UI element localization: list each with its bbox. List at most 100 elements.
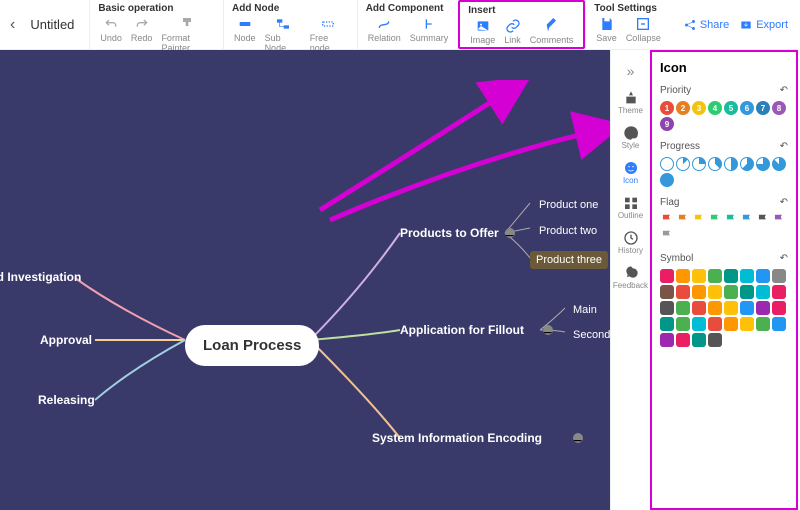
symbol-icon-35[interactable]: [708, 333, 722, 347]
symbol-icon-2[interactable]: [692, 269, 706, 283]
symbol-icon-6[interactable]: [756, 269, 770, 283]
symbol-icon-17[interactable]: [676, 301, 690, 315]
flag-icon-5[interactable]: [740, 213, 754, 227]
undo-button[interactable]: Undo: [98, 16, 124, 53]
symbol-icon-1[interactable]: [676, 269, 690, 283]
flag-icon-7[interactable]: [772, 213, 786, 227]
side-theme[interactable]: Theme: [611, 86, 650, 119]
left-node[interactable]: Releasing: [38, 393, 95, 407]
symbol-reset-icon[interactable]: ↶: [780, 253, 788, 264]
symbol-icon-8[interactable]: [660, 285, 674, 299]
side-feedback[interactable]: Feedback: [611, 261, 650, 294]
sub-node-selected[interactable]: Product three: [530, 251, 608, 269]
progress-icon-6[interactable]: [756, 157, 770, 171]
symbol-icon-10[interactable]: [692, 285, 706, 299]
priority-icon-4[interactable]: 4: [708, 101, 722, 115]
comments-button[interactable]: Comments: [528, 18, 576, 45]
subnode-button[interactable]: Sub Node: [263, 16, 303, 53]
progress-icon-2[interactable]: [692, 157, 706, 171]
right-node[interactable]: Application for Fillout: [400, 323, 524, 337]
progress-icon-7[interactable]: [772, 157, 786, 171]
symbol-icon-4[interactable]: [724, 269, 738, 283]
symbol-icon-22[interactable]: [756, 301, 770, 315]
symbol-icon-7[interactable]: [772, 269, 786, 283]
priority-icon-1[interactable]: 1: [660, 101, 674, 115]
priority-icon-9[interactable]: 9: [660, 117, 674, 131]
right-node[interactable]: Products to Offer: [400, 226, 499, 240]
progress-reset-icon[interactable]: ↶: [780, 141, 788, 152]
progress-icon-3[interactable]: [708, 157, 722, 171]
symbol-icon-15[interactable]: [772, 285, 786, 299]
symbol-icon-13[interactable]: [740, 285, 754, 299]
symbol-icon-16[interactable]: [660, 301, 674, 315]
priority-icon-8[interactable]: 8: [772, 101, 786, 115]
priority-icon-7[interactable]: 7: [756, 101, 770, 115]
expand-dot[interactable]: −: [505, 228, 515, 238]
symbol-icon-28[interactable]: [724, 317, 738, 331]
symbol-icon-18[interactable]: [692, 301, 706, 315]
priority-icon-5[interactable]: 5: [724, 101, 738, 115]
doc-title[interactable]: Untitled: [25, 17, 89, 32]
symbol-icon-11[interactable]: [708, 285, 722, 299]
panel-collapse-icon[interactable]: »: [622, 58, 640, 84]
progress-icon-4[interactable]: [724, 157, 738, 171]
sub-node[interactable]: Secondary: [567, 326, 610, 344]
back-button[interactable]: ‹: [0, 16, 25, 34]
flag-icon-8[interactable]: [660, 229, 674, 243]
side-icon[interactable]: Icon: [611, 156, 650, 189]
freenode-button[interactable]: Free node: [308, 16, 349, 53]
symbol-icon-0[interactable]: [660, 269, 674, 283]
symbol-icon-25[interactable]: [676, 317, 690, 331]
symbol-icon-33[interactable]: [676, 333, 690, 347]
progress-icon-1[interactable]: [676, 157, 690, 171]
flag-icon-6[interactable]: [756, 213, 770, 227]
share-button[interactable]: Share: [683, 18, 729, 32]
sub-node[interactable]: Main: [567, 301, 603, 319]
flag-icon-2[interactable]: [692, 213, 706, 227]
symbol-icon-26[interactable]: [692, 317, 706, 331]
link-button[interactable]: Link: [502, 18, 523, 45]
center-node[interactable]: Loan Process: [185, 325, 319, 366]
symbol-icon-24[interactable]: [660, 317, 674, 331]
symbol-icon-34[interactable]: [692, 333, 706, 347]
priority-icon-2[interactable]: 2: [676, 101, 690, 115]
symbol-icon-20[interactable]: [724, 301, 738, 315]
symbol-icon-9[interactable]: [676, 285, 690, 299]
sub-node[interactable]: Product one: [533, 196, 604, 214]
symbol-icon-19[interactable]: [708, 301, 722, 315]
collapse-button[interactable]: Collapse: [624, 16, 663, 43]
symbol-icon-30[interactable]: [756, 317, 770, 331]
symbol-icon-21[interactable]: [740, 301, 754, 315]
flag-icon-0[interactable]: [660, 213, 674, 227]
flag-icon-1[interactable]: [676, 213, 690, 227]
symbol-icon-27[interactable]: [708, 317, 722, 331]
format-painter-button[interactable]: Format Painter: [159, 16, 215, 53]
symbol-icon-29[interactable]: [740, 317, 754, 331]
symbol-icon-14[interactable]: [756, 285, 770, 299]
save-button[interactable]: Save: [594, 16, 619, 43]
flag-icon-3[interactable]: [708, 213, 722, 227]
symbol-icon-12[interactable]: [724, 285, 738, 299]
flag-reset-icon[interactable]: ↶: [780, 197, 788, 208]
symbol-icon-31[interactable]: [772, 317, 786, 331]
side-history[interactable]: History: [611, 226, 650, 259]
node-button[interactable]: Node: [232, 16, 258, 53]
sub-node[interactable]: Product two: [533, 222, 603, 240]
flag-icon-4[interactable]: [724, 213, 738, 227]
left-node[interactable]: round Investigation: [0, 270, 81, 284]
right-node[interactable]: System Information Encoding: [372, 431, 542, 445]
export-button[interactable]: Export: [739, 18, 788, 32]
summary-button[interactable]: Summary: [408, 16, 451, 43]
symbol-icon-5[interactable]: [740, 269, 754, 283]
priority-reset-icon[interactable]: ↶: [780, 85, 788, 96]
mindmap-canvas[interactable]: Loan Process round Investigation Approva…: [0, 50, 610, 510]
symbol-icon-3[interactable]: [708, 269, 722, 283]
priority-icon-6[interactable]: 6: [740, 101, 754, 115]
side-style[interactable]: Style: [611, 121, 650, 154]
image-button[interactable]: Image: [468, 18, 497, 45]
progress-icon-8[interactable]: [660, 173, 674, 187]
symbol-icon-23[interactable]: [772, 301, 786, 315]
symbol-icon-32[interactable]: [660, 333, 674, 347]
progress-icon-0[interactable]: [660, 157, 674, 171]
side-outline[interactable]: Outline: [611, 191, 650, 224]
